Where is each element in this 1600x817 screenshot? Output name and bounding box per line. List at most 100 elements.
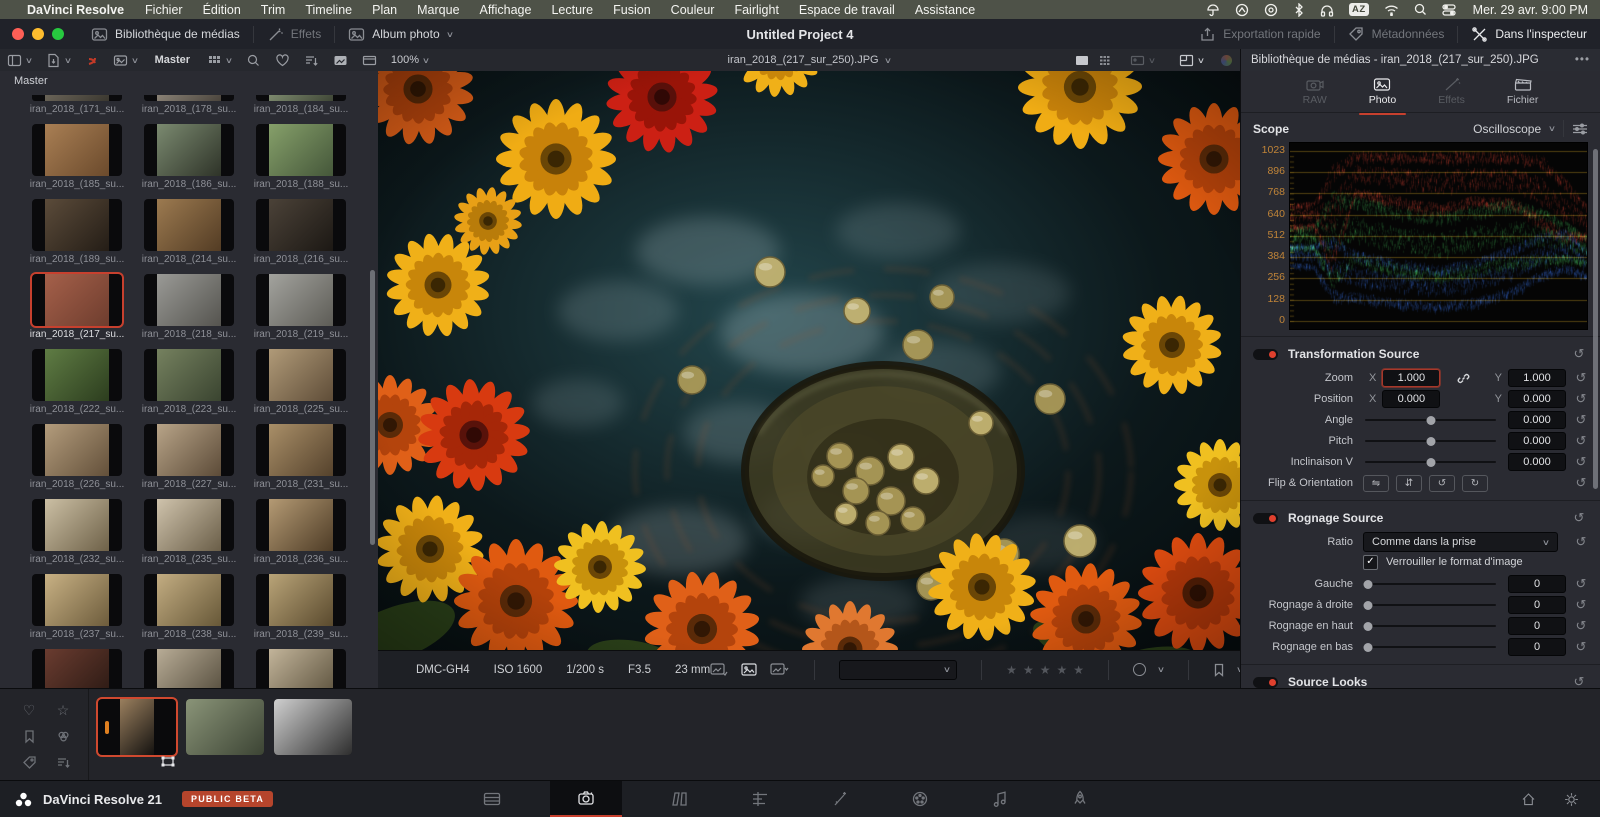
star-icon[interactable]: ☆ xyxy=(57,702,70,719)
import-media[interactable]: ∨ xyxy=(39,53,78,68)
reset-icon[interactable]: ↺ xyxy=(1572,370,1590,386)
wifi-icon[interactable] xyxy=(1384,4,1399,16)
slider[interactable] xyxy=(1365,625,1496,627)
compare-view-selector[interactable]: ∨ xyxy=(1123,53,1162,68)
menu-item[interactable]: Espace de travail xyxy=(789,3,905,17)
bin-tab-master[interactable]: Master xyxy=(0,71,378,91)
bookmark-icon[interactable] xyxy=(1213,663,1225,677)
reset-icon[interactable]: ↺ xyxy=(1572,391,1590,407)
menu-item[interactable]: Timeline xyxy=(295,3,362,17)
shutter-icon[interactable] xyxy=(1264,3,1278,17)
color-bypass-icon[interactable] xyxy=(1221,55,1232,66)
media-thumbnail[interactable]: iran_2018_(189_su... xyxy=(21,199,133,266)
rating-stars[interactable]: ★★★★★ xyxy=(1006,663,1084,677)
menu-item[interactable]: Plan xyxy=(362,3,407,17)
media-thumbnail[interactable]: iran_2018_(236_su... xyxy=(245,499,357,566)
keyboard-layout-badge[interactable]: AZ xyxy=(1349,3,1369,16)
value-field[interactable]: 0 xyxy=(1508,638,1566,656)
sort-icon[interactable] xyxy=(56,755,71,770)
media-thumbnail[interactable]: iran_2018_(231_su... xyxy=(245,424,357,491)
slider-knob[interactable] xyxy=(1426,458,1435,467)
position-y-field[interactable]: 0.000 xyxy=(1508,390,1566,408)
position-x-field[interactable]: 0.000 xyxy=(1382,390,1440,408)
image-export-icon[interactable] xyxy=(710,662,728,677)
reset-section-icon[interactable]: ↺ xyxy=(1570,346,1588,362)
settings-gear-icon[interactable] xyxy=(1563,791,1580,808)
lock-aspect-checkbox[interactable]: ✓ xyxy=(1363,555,1378,570)
slider[interactable] xyxy=(1365,419,1496,421)
value-field[interactable]: 0 xyxy=(1508,617,1566,635)
show-thumbnails-toggle[interactable] xyxy=(326,53,355,68)
reset-section-icon[interactable]: ↺ xyxy=(1570,674,1588,688)
media-thumbnail[interactable]: iran_2018_(214_su... xyxy=(133,199,245,266)
tag-icon[interactable] xyxy=(22,755,37,770)
keyword-select[interactable]: ∨ xyxy=(839,660,957,680)
slider[interactable] xyxy=(1365,646,1496,648)
scope-mode-select[interactable]: Oscilloscope xyxy=(1473,122,1541,136)
app-status-icon[interactable] xyxy=(1235,3,1249,17)
zoom-x-field[interactable]: 1.000 xyxy=(1382,369,1440,387)
weather-icon[interactable] xyxy=(1206,3,1220,17)
media-thumbnail[interactable]: iran_2018_(222_su... xyxy=(21,349,133,416)
app-menu[interactable]: DaVinci Resolve xyxy=(16,3,135,17)
reset-icon[interactable]: ↺ xyxy=(1572,412,1590,428)
media-thumbnail[interactable]: iran_2018_(217_su... xyxy=(21,274,133,341)
menu-item[interactable]: Marque xyxy=(407,3,469,17)
inspector-scrollbar[interactable] xyxy=(1593,149,1598,489)
value-field[interactable]: 0.000 xyxy=(1508,432,1566,450)
media-thumbnail[interactable]: iran_2018_(235_su... xyxy=(133,499,245,566)
reset-icon[interactable]: ↺ xyxy=(1572,433,1590,449)
page-media[interactable] xyxy=(470,781,514,817)
filmstrip-item[interactable] xyxy=(274,699,352,755)
chevron-down-icon[interactable]: ∨ xyxy=(1157,665,1165,674)
reset-icon[interactable]: ↺ xyxy=(1572,475,1590,491)
media-grid-scrollbar[interactable] xyxy=(370,270,375,545)
page-cut[interactable] xyxy=(658,781,702,817)
menu-item[interactable]: Fusion xyxy=(603,3,661,17)
filmstrip-item[interactable] xyxy=(186,699,264,755)
page-fusion[interactable] xyxy=(818,781,862,817)
slider[interactable] xyxy=(1365,440,1496,442)
menu-item[interactable]: Fairlight xyxy=(724,3,788,17)
media-thumbnail[interactable]: iran_2018_(239_su... xyxy=(245,574,357,641)
media-thumbnail[interactable]: iran_2018_(238_su... xyxy=(133,574,245,641)
page-deliver[interactable] xyxy=(1058,781,1102,817)
tab-effets[interactable]: Effets xyxy=(1434,75,1469,108)
scope-settings-icon[interactable] xyxy=(1572,122,1588,136)
value-field[interactable]: 0.000 xyxy=(1508,453,1566,471)
thumbnail-options[interactable]: ∨ xyxy=(106,53,145,68)
media-thumbnail[interactable] xyxy=(245,649,357,688)
menu-item[interactable]: Fichier xyxy=(135,3,193,17)
slider[interactable] xyxy=(1365,604,1496,606)
menu-item[interactable]: Lecture xyxy=(541,3,603,17)
metadata-button[interactable]: Métadonnées xyxy=(1335,19,1458,49)
section-toggle[interactable] xyxy=(1253,349,1278,360)
value-field[interactable]: 0 xyxy=(1508,575,1566,593)
page-photo[interactable] xyxy=(550,781,622,817)
value-field[interactable]: 0.000 xyxy=(1508,411,1566,429)
inspector-toggle-button[interactable]: Dans l'inspecteur xyxy=(1458,19,1600,49)
panel-toggle[interactable]: ∨ xyxy=(0,53,39,68)
zoom-y-field[interactable]: 1.000 xyxy=(1508,369,1566,387)
flip-vertical-button[interactable]: ⇵ xyxy=(1396,475,1422,492)
page-edit[interactable] xyxy=(738,781,782,817)
menu-item[interactable]: Assistance xyxy=(905,3,985,17)
media-thumbnail[interactable]: iran_2018_(186_su... xyxy=(133,124,245,191)
media-thumbnail[interactable]: iran_2018_(227_su... xyxy=(133,424,245,491)
star-icon[interactable]: ★ xyxy=(1006,663,1017,677)
reset-icon[interactable]: ↺ xyxy=(1572,576,1590,592)
flag-color-icon[interactable] xyxy=(1133,663,1146,676)
slider-knob[interactable] xyxy=(1363,601,1372,610)
slider-knob[interactable] xyxy=(1426,416,1435,425)
viewer-filename-selector[interactable]: iran_2018_(217_sur_250).JPG ∨ xyxy=(378,49,1240,71)
media-thumbnail[interactable]: iran_2018_(171_su... xyxy=(21,95,133,116)
media-thumbnail[interactable]: iran_2018_(216_su... xyxy=(245,199,357,266)
slider-knob[interactable] xyxy=(1363,580,1372,589)
slider-knob[interactable] xyxy=(1363,622,1372,631)
media-thumbnail[interactable]: iran_2018_(232_su... xyxy=(21,499,133,566)
favorites-filter[interactable] xyxy=(268,53,297,68)
tab-raw[interactable]: RAW xyxy=(1299,75,1331,108)
album-selector[interactable]: Album photo ∨ xyxy=(335,19,465,49)
section-toggle[interactable] xyxy=(1253,677,1278,688)
reset-icon[interactable]: ↺ xyxy=(1572,534,1590,550)
